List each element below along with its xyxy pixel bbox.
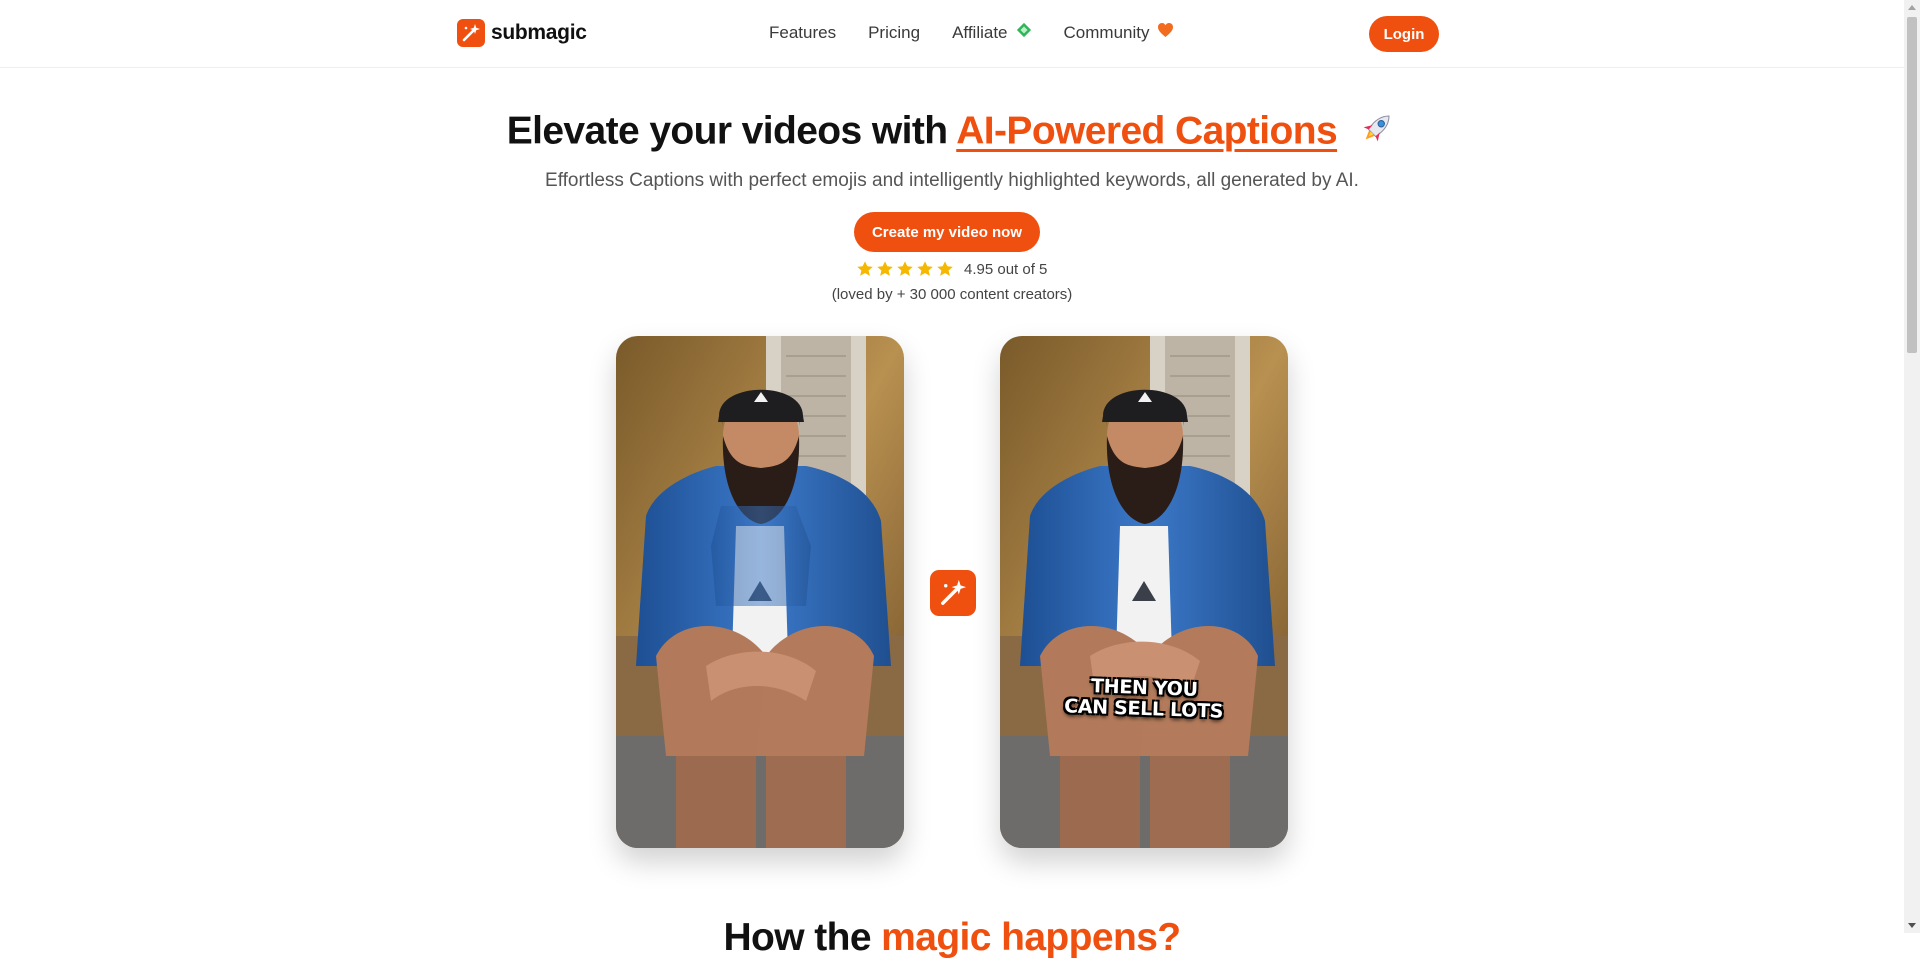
- brand-logo[interactable]: submagic: [457, 19, 587, 47]
- scroll-thumb[interactable]: [1907, 17, 1917, 353]
- rocket-icon: [1357, 108, 1397, 158]
- nav-features-label: Features: [769, 22, 837, 42]
- brand-name: submagic: [491, 21, 587, 44]
- hero-title: Elevate your videos with AI-Powered Capt…: [0, 108, 1904, 158]
- magic-wand-icon: [930, 570, 976, 616]
- nav-features[interactable]: Features: [769, 22, 836, 43]
- nav-affiliate[interactable]: Affiliate: [952, 22, 1031, 43]
- section-title: How the magic happens?: [0, 916, 1904, 960]
- nav-pricing[interactable]: Pricing: [868, 22, 920, 43]
- section-title-prefix: How the: [723, 916, 882, 959]
- main-nav: Features Pricing Affiliate Community: [769, 22, 1174, 43]
- create-video-button[interactable]: Create my video now: [854, 212, 1040, 252]
- star-icon: [857, 261, 873, 276]
- video-after[interactable]: THEN YOU CAN SELL LOTS: [1000, 336, 1288, 848]
- nav-community[interactable]: Community: [1064, 22, 1175, 43]
- nav-pricing-label: Pricing: [868, 22, 921, 42]
- star-icon: [877, 261, 893, 276]
- hero-title-accent: AI-Powered Captions: [956, 109, 1338, 153]
- login-button[interactable]: Login: [1369, 16, 1439, 52]
- star-icon: [897, 261, 913, 276]
- scroll-up-icon[interactable]: [1908, 5, 1916, 10]
- rating-text: 4.95 out of 5: [964, 260, 1048, 278]
- rating: 4.95 out of 5: [856, 260, 1047, 278]
- star-icon: [917, 261, 933, 276]
- money-icon: [1016, 22, 1032, 43]
- nav-affiliate-label: Affiliate: [952, 22, 1008, 42]
- hero-subtitle: Effortless Captions with perfect emojis …: [545, 170, 1359, 191]
- scroll-down-icon[interactable]: [1908, 923, 1916, 928]
- loved-by-text: (loved by + 30 000 content creators): [831, 286, 1073, 303]
- video-before[interactable]: [616, 336, 904, 848]
- rating-stars: [856, 260, 954, 278]
- nav-community-label: Community: [1063, 22, 1150, 42]
- site-header: submagic Features Pricing Affiliate Comm…: [0, 0, 1904, 68]
- page-scrollbar[interactable]: [1904, 0, 1920, 933]
- magic-wand-icon: [457, 19, 485, 47]
- heart-icon: [1157, 22, 1174, 43]
- star-icon: [937, 261, 953, 276]
- section-title-accent: magic happens?: [881, 916, 1181, 959]
- hero-title-prefix: Elevate your videos with: [506, 109, 957, 153]
